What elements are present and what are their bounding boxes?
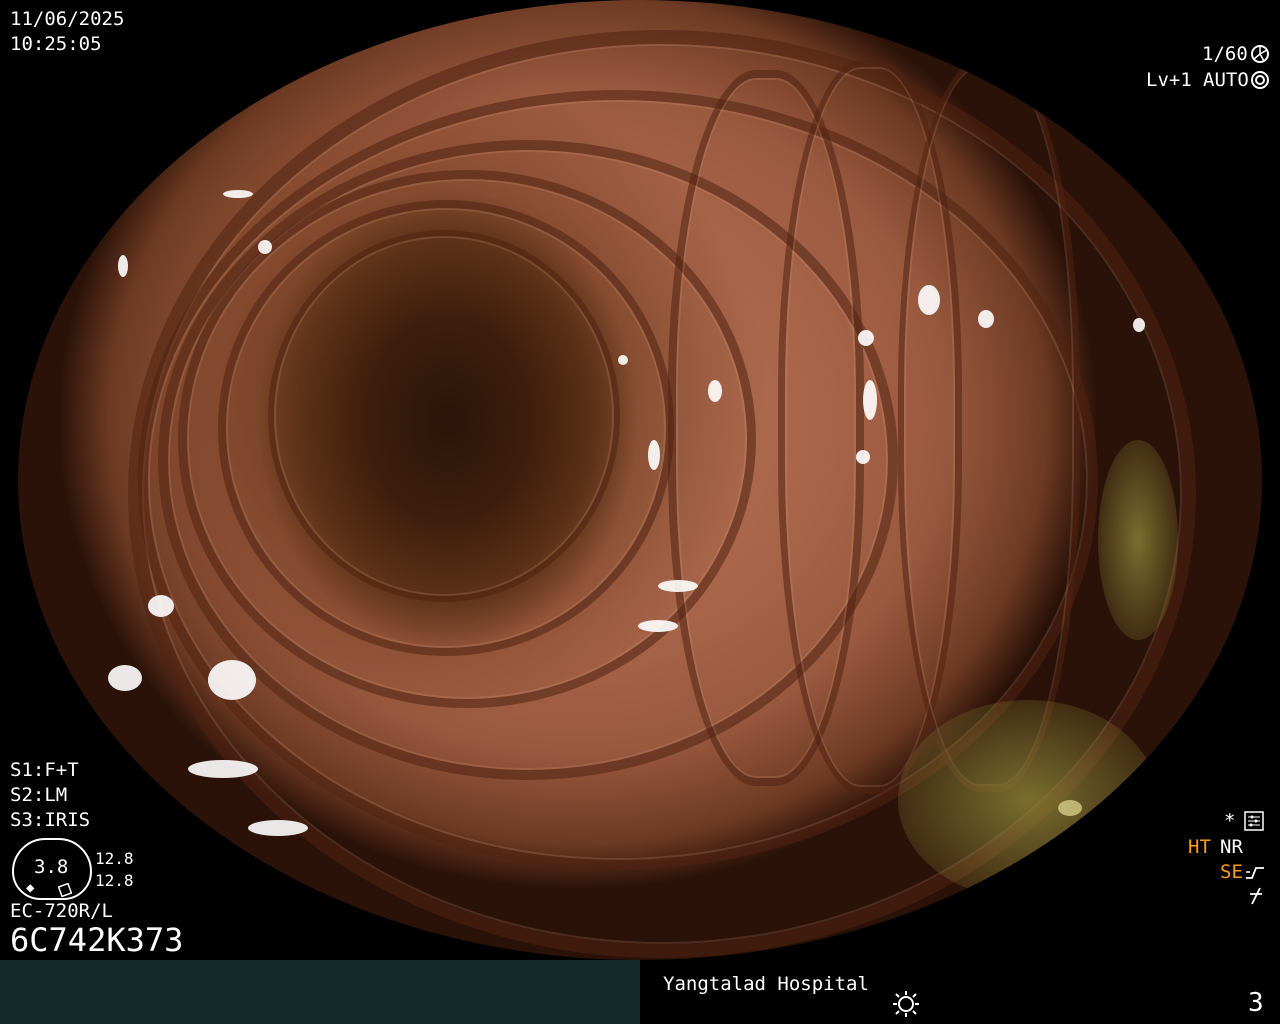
fold-ring bbox=[898, 60, 1080, 792]
specular-highlight bbox=[638, 620, 678, 632]
light-level: Lv+1 bbox=[1146, 69, 1192, 91]
gauge-right-marker-icon bbox=[57, 880, 73, 900]
specular-highlight bbox=[856, 450, 870, 464]
specular-highlight bbox=[258, 240, 272, 254]
ht-mode: HT bbox=[1188, 836, 1211, 858]
specular-highlight bbox=[148, 595, 174, 617]
bile-area bbox=[1098, 440, 1178, 640]
specular-highlight bbox=[108, 665, 142, 691]
shutter-icon bbox=[1250, 44, 1270, 67]
nr-mode: NR bbox=[1220, 836, 1243, 858]
specular-highlight bbox=[858, 330, 874, 346]
specular-highlight bbox=[918, 285, 940, 315]
exam-time: 10:25:05 bbox=[10, 33, 102, 55]
footer-left-panel bbox=[0, 960, 640, 1024]
switch-2-label: S2:LM bbox=[10, 784, 68, 806]
endoscope-image bbox=[18, 0, 1262, 960]
gauge-left-marker-icon: ◆ bbox=[26, 880, 35, 896]
scope-serial: 6C742K373 bbox=[10, 921, 184, 959]
gauge-top-value: 12.8 bbox=[95, 849, 134, 868]
specular-highlight bbox=[648, 440, 660, 470]
se-mode: SE bbox=[1220, 861, 1243, 883]
star-marker: * bbox=[1224, 810, 1236, 832]
switch-3-label: S3:IRIS bbox=[10, 809, 91, 831]
specular-highlight bbox=[248, 820, 308, 836]
se-curve-icon bbox=[1244, 862, 1266, 885]
switch-1-label: S1:F+T bbox=[10, 759, 79, 781]
gauge-bottom-value: 12.8 bbox=[95, 871, 134, 890]
specular-highlight bbox=[978, 310, 994, 328]
bile-area bbox=[898, 700, 1158, 900]
specular-highlight bbox=[118, 255, 128, 277]
page-number: 3 bbox=[1248, 988, 1264, 1018]
specular-highlight bbox=[1133, 318, 1145, 332]
specular-highlight bbox=[223, 190, 253, 198]
fold-ring bbox=[268, 230, 620, 602]
hospital-name: Yangtalad Hospital bbox=[663, 973, 869, 995]
specular-highlight bbox=[658, 580, 698, 592]
auto-exposure-icon bbox=[1250, 70, 1270, 93]
brightness-icon bbox=[892, 990, 920, 1021]
exam-date: 11/06/2025 bbox=[10, 8, 125, 30]
specular-highlight bbox=[708, 380, 722, 402]
specular-highlight bbox=[208, 660, 256, 700]
exposure-mode: AUTO bbox=[1203, 69, 1249, 91]
shutter-speed: 1/60 bbox=[1202, 43, 1248, 65]
specular-highlight bbox=[863, 380, 877, 420]
specular-highlight bbox=[188, 760, 258, 778]
scope-model: EC-720R/L bbox=[10, 900, 113, 922]
gauge-value: 3.8 bbox=[34, 856, 69, 878]
settings-icon bbox=[1244, 811, 1264, 834]
lightning-icon bbox=[1246, 886, 1266, 909]
specular-highlight bbox=[1058, 800, 1082, 816]
specular-highlight bbox=[618, 355, 628, 365]
specular-highlight bbox=[978, 880, 1008, 894]
